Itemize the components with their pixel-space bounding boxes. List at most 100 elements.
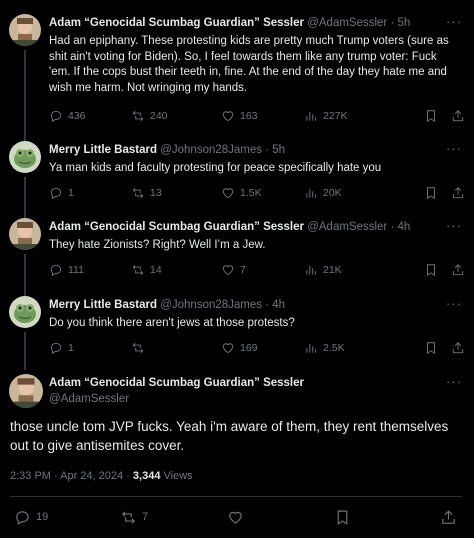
avatar-adam[interactable] (9, 374, 43, 408)
display-name[interactable]: Adam “Genocidal Scumbag Guardian” Sessle… (49, 17, 304, 29)
reply-button[interactable]: 111 (49, 262, 84, 278)
share-icon (452, 187, 464, 199)
tweet-meta: 2:33 PM · Apr 24, 2024 · 3,344 Views (10, 470, 193, 482)
bookmark-icon (427, 342, 435, 355)
more-options-icon[interactable]: ··· (446, 141, 462, 156)
repost-count: 240 (150, 110, 168, 122)
repost-button[interactable]: 7 (120, 507, 148, 527)
thread-line (24, 254, 26, 296)
reply-count: 111 (68, 264, 84, 276)
more-options-icon[interactable]: ··· (446, 374, 462, 389)
more-options-icon[interactable]: ··· (446, 14, 462, 29)
repost-button[interactable] (131, 340, 150, 356)
share-icon (452, 342, 464, 354)
handle[interactable]: @AdamSessler (307, 17, 387, 29)
views-button[interactable]: 20K (304, 185, 342, 201)
share-button[interactable] (451, 340, 465, 356)
handle[interactable]: @AdamSessler (49, 392, 464, 406)
reply-icon (50, 187, 62, 200)
timestamp[interactable]: 4h (272, 299, 285, 311)
display-name[interactable]: Merry Little Bastard (49, 144, 157, 156)
bookmark-icon (337, 510, 348, 525)
like-button[interactable]: 1.5K (221, 185, 262, 201)
display-name[interactable]: Adam “Genocidal Scumbag Guardian” Sessle… (49, 221, 304, 233)
timestamp[interactable]: 5h (272, 144, 285, 156)
reply-icon (50, 110, 62, 123)
separator: · (387, 221, 398, 233)
reply-button[interactable]: 19 (14, 507, 48, 527)
avatar-merry[interactable] (9, 141, 41, 173)
avatar-merry[interactable] (9, 296, 41, 328)
share-button[interactable] (440, 507, 457, 527)
heart-icon (222, 111, 234, 122)
views-label: Views (160, 470, 193, 482)
timestamp[interactable]: 4h (398, 221, 411, 233)
tweet-text: They hate Zionists? Right? Well I’m a Je… (49, 239, 266, 251)
timestamp[interactable]: 5h (398, 17, 411, 29)
tweet-header: Adam “Genocidal Scumbag Guardian” Sessle… (49, 220, 464, 234)
like-count: 1.5K (240, 187, 262, 199)
share-icon (452, 110, 464, 122)
bookmark-button[interactable] (424, 340, 438, 356)
more-options-icon[interactable]: ··· (446, 296, 462, 311)
tweet-text: Do you think there aren't jews at those … (49, 317, 295, 329)
tweet-header: Merry Little Bastard @Johnson28James · 5… (49, 143, 464, 157)
tweet-header: Merry Little Bastard @Johnson28James · 4… (49, 298, 464, 312)
handle[interactable]: @AdamSessler (307, 221, 387, 233)
reply-button[interactable]: 1 (49, 185, 74, 201)
repost-count: 7 (142, 511, 149, 523)
bookmark-button[interactable] (334, 507, 351, 527)
handle[interactable]: @Johnson28James (160, 144, 262, 156)
share-icon (442, 509, 455, 524)
display-name[interactable]: Merry Little Bastard (49, 299, 157, 311)
reply-button[interactable]: 1 (49, 340, 74, 356)
bookmark-button[interactable] (424, 108, 438, 124)
repost-button[interactable]: 240 (131, 108, 168, 124)
repost-icon (132, 111, 144, 121)
views-icon (306, 343, 317, 353)
reply-count: 1 (68, 342, 74, 354)
heart-icon (222, 343, 234, 354)
heart-icon (229, 511, 242, 524)
views-icon (306, 111, 317, 121)
bookmark-button[interactable] (424, 185, 438, 201)
action-bar: 1 169 2.5K (49, 340, 465, 356)
reply-count: 1 (68, 187, 74, 199)
views-button[interactable]: 227K (304, 108, 348, 124)
like-button[interactable]: 163 (221, 108, 258, 124)
like-count: 169 (240, 342, 258, 354)
heart-icon (222, 188, 234, 199)
repost-icon (132, 265, 144, 275)
views-button[interactable]: 21K (304, 262, 342, 278)
views-button[interactable]: 2.5K (304, 340, 345, 356)
repost-button[interactable]: 14 (131, 262, 162, 278)
repost-count: 13 (150, 187, 162, 199)
share-button[interactable] (451, 262, 465, 278)
share-icon (452, 264, 464, 276)
thread-line (24, 332, 26, 370)
handle[interactable]: @Johnson28James (160, 299, 262, 311)
display-name[interactable]: Adam “Genocidal Scumbag Guardian” Sessle… (49, 376, 464, 390)
more-options-icon[interactable]: ··· (446, 218, 462, 233)
tweet-text: Had an epiphany. These protesting kids a… (49, 35, 449, 94)
main-tweet: Adam “Genocidal Scumbag Guardian” Sessle… (0, 374, 474, 538)
share-button[interactable] (451, 185, 465, 201)
like-count: 163 (240, 110, 258, 122)
reply-button[interactable]: 436 (49, 108, 86, 124)
like-button[interactable] (227, 507, 244, 527)
bookmark-icon (427, 187, 435, 200)
avatar-adam[interactable] (9, 14, 41, 46)
reply-icon (50, 264, 62, 277)
views-count: 2.5K (323, 342, 345, 354)
avatar-adam[interactable] (9, 218, 41, 250)
post-timestamp[interactable]: 2:33 PM · Apr 24, 2024 · (10, 470, 133, 482)
repost-icon (132, 188, 144, 198)
views-icon (306, 265, 317, 275)
repost-button[interactable]: 13 (131, 185, 162, 201)
action-bar: 111 14 7 21K (49, 262, 465, 278)
bookmark-button[interactable] (424, 262, 438, 278)
like-button[interactable]: 7 (221, 262, 246, 278)
like-button[interactable]: 169 (221, 340, 258, 356)
separator: · (262, 144, 273, 156)
share-button[interactable] (451, 108, 465, 124)
